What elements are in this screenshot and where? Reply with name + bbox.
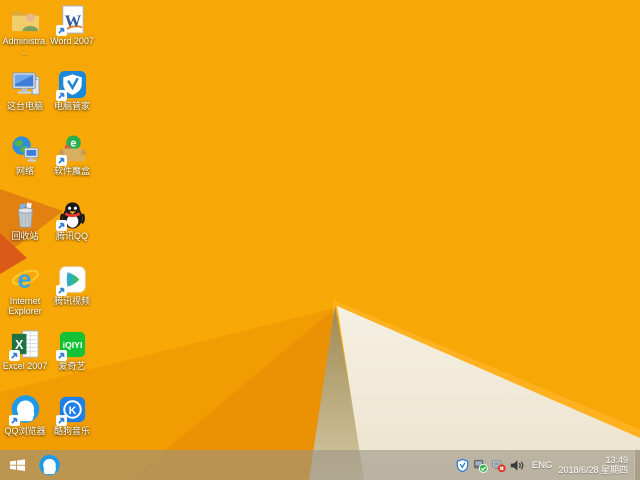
shortcut-arrow-icon (9, 415, 20, 426)
desktop-icon-label: 这台电脑 (2, 101, 48, 111)
qq-browser-icon (10, 394, 41, 425)
desktop-icon-software-box[interactable]: e 软件魔盒 (49, 134, 95, 176)
desktop-icon-label: Internet Explorer (2, 296, 48, 316)
shortcut-arrow-icon (56, 285, 67, 296)
desktop-icon-administrator[interactable]: Administra... (2, 4, 48, 56)
svg-text:W: W (64, 11, 81, 30)
network-icon (10, 134, 41, 165)
shortcut-arrow-icon (56, 25, 67, 36)
desktop-icon-label: 酷狗音乐 (49, 426, 95, 436)
qq-icon (57, 199, 88, 230)
taskbar: ENG 13:49 2018/6/28 星期四 (0, 450, 640, 480)
start-button[interactable] (0, 450, 34, 480)
show-desktop-button[interactable] (634, 450, 640, 480)
desktop-icon-label: 电脑管家 (49, 101, 95, 111)
desktop-icon-label: 回收站 (2, 231, 48, 241)
language-indicator[interactable]: ENG (532, 460, 553, 471)
desktop-icon-iqiyi[interactable]: iQIYI 爱奇艺 (49, 329, 95, 371)
svg-text:K: K (68, 405, 76, 417)
desktop-icon-label: 腾讯QQ (49, 231, 95, 241)
desktop-icon-pc-manager[interactable]: 电脑管家 (49, 69, 95, 111)
user-folder-icon (10, 4, 41, 35)
taskbar-app-qq-browser-taskbar[interactable] (34, 450, 64, 480)
clock-time: 13:49 (558, 455, 628, 466)
ie-icon: e (10, 264, 41, 295)
shortcut-arrow-icon (9, 350, 20, 361)
tray-network-error[interactable] (491, 458, 506, 473)
desktop-icon-kugou-music[interactable]: K 酷狗音乐 (49, 394, 95, 436)
desktop-icon-tencent-video[interactable]: 腾讯视频 (49, 264, 95, 306)
taskbar-pinned-apps (34, 450, 64, 480)
desktop-icon-qq-browser[interactable]: QQ浏览器 (2, 394, 48, 436)
desktop-icon-label: 网络 (2, 166, 48, 176)
word-icon: W (57, 4, 88, 35)
taskbar-clock[interactable]: 13:49 2018/6/28 星期四 (558, 455, 628, 476)
windows-logo-icon (7, 455, 28, 476)
tencent-video-icon (57, 264, 88, 295)
desktop-icon-network[interactable]: 网络 (2, 134, 48, 176)
iqiyi-icon: iQIYI (57, 329, 88, 360)
shortcut-arrow-icon (56, 415, 67, 426)
desktop: Administra... W Word 2007 这台电脑电脑管家网络 e 软件魔盒回收… (0, 0, 640, 480)
this-pc-icon (10, 69, 41, 100)
desktop-icon-label: Administra... (2, 36, 48, 56)
desktop-icon-label: Excel 2007 (2, 361, 48, 371)
desktop-icon-grid: Administra... W Word 2007 这台电脑电脑管家网络 e 软件魔盒回收… (2, 0, 122, 450)
desktop-icon-recycle-bin[interactable]: 回收站 (2, 199, 48, 241)
desktop-icon-label: Word 2007 (49, 36, 95, 46)
system-tray: ENG 13:49 2018/6/28 星期四 (455, 450, 640, 480)
tray-volume[interactable] (509, 458, 524, 473)
shortcut-arrow-icon (56, 155, 67, 166)
desktop-icon-tencent-qq[interactable]: 腾讯QQ (49, 199, 95, 241)
tray-icon-area (455, 458, 524, 473)
shortcut-arrow-icon (56, 220, 67, 231)
software-box-icon: e (57, 134, 88, 165)
recycle-bin-icon (10, 199, 41, 230)
desktop-icon-internet-explorer[interactable]: eInternet Explorer (2, 264, 48, 316)
shortcut-arrow-icon (56, 350, 67, 361)
shortcut-arrow-icon (56, 90, 67, 101)
desktop-icon-label: 爱奇艺 (49, 361, 95, 371)
svg-text:e: e (17, 266, 31, 294)
excel-icon: X (10, 329, 41, 360)
svg-text:iQIYI: iQIYI (62, 340, 82, 350)
clock-date: 2018/6/28 星期四 (558, 465, 628, 476)
tray-shield[interactable] (455, 458, 470, 473)
desktop-icon-this-pc[interactable]: 这台电脑 (2, 69, 48, 111)
desktop-icon-excel-2007[interactable]: XExcel 2007 (2, 329, 48, 371)
desktop-icon-label: QQ浏览器 (2, 426, 48, 436)
tray-device-check[interactable] (473, 458, 488, 473)
pc-manager-icon (57, 69, 88, 100)
svg-text:e: e (70, 138, 76, 150)
desktop-icon-label: 腾讯视频 (49, 296, 95, 306)
desktop-icon-label: 软件魔盒 (49, 166, 95, 176)
desktop-icon-word-2007[interactable]: W Word 2007 (49, 4, 95, 46)
kugou-icon: K (57, 394, 88, 425)
